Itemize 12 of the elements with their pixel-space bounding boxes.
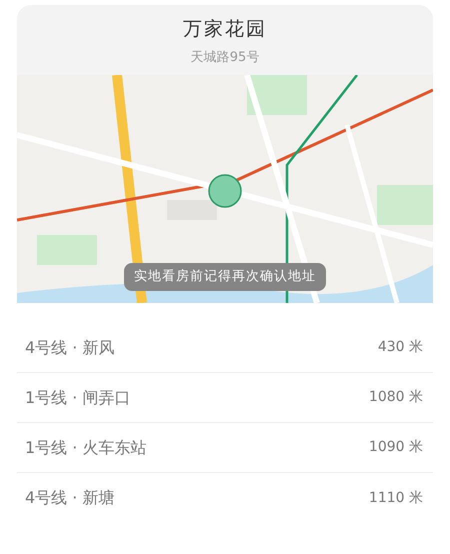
distance-text: 1080 米 (368, 388, 423, 407)
station-name: 1号线 · 闸弄口 (25, 386, 130, 408)
notice-toast: 实地看房前记得再次确认地址 (124, 263, 326, 290)
distance-text: 1090 米 (368, 438, 423, 457)
address-text: 天城路95号 (190, 48, 260, 66)
place-title: 万家花园 (182, 17, 268, 42)
distance-text: 1110 米 (368, 488, 423, 508)
distance-text: 430 米 (378, 338, 423, 357)
station-name: 1号线 · 火车东站 (25, 436, 146, 458)
station-name: 4号线 · 新塘 (25, 487, 114, 509)
station-name: 4号线 · 新风 (25, 336, 114, 358)
location-marker-icon (207, 173, 243, 209)
